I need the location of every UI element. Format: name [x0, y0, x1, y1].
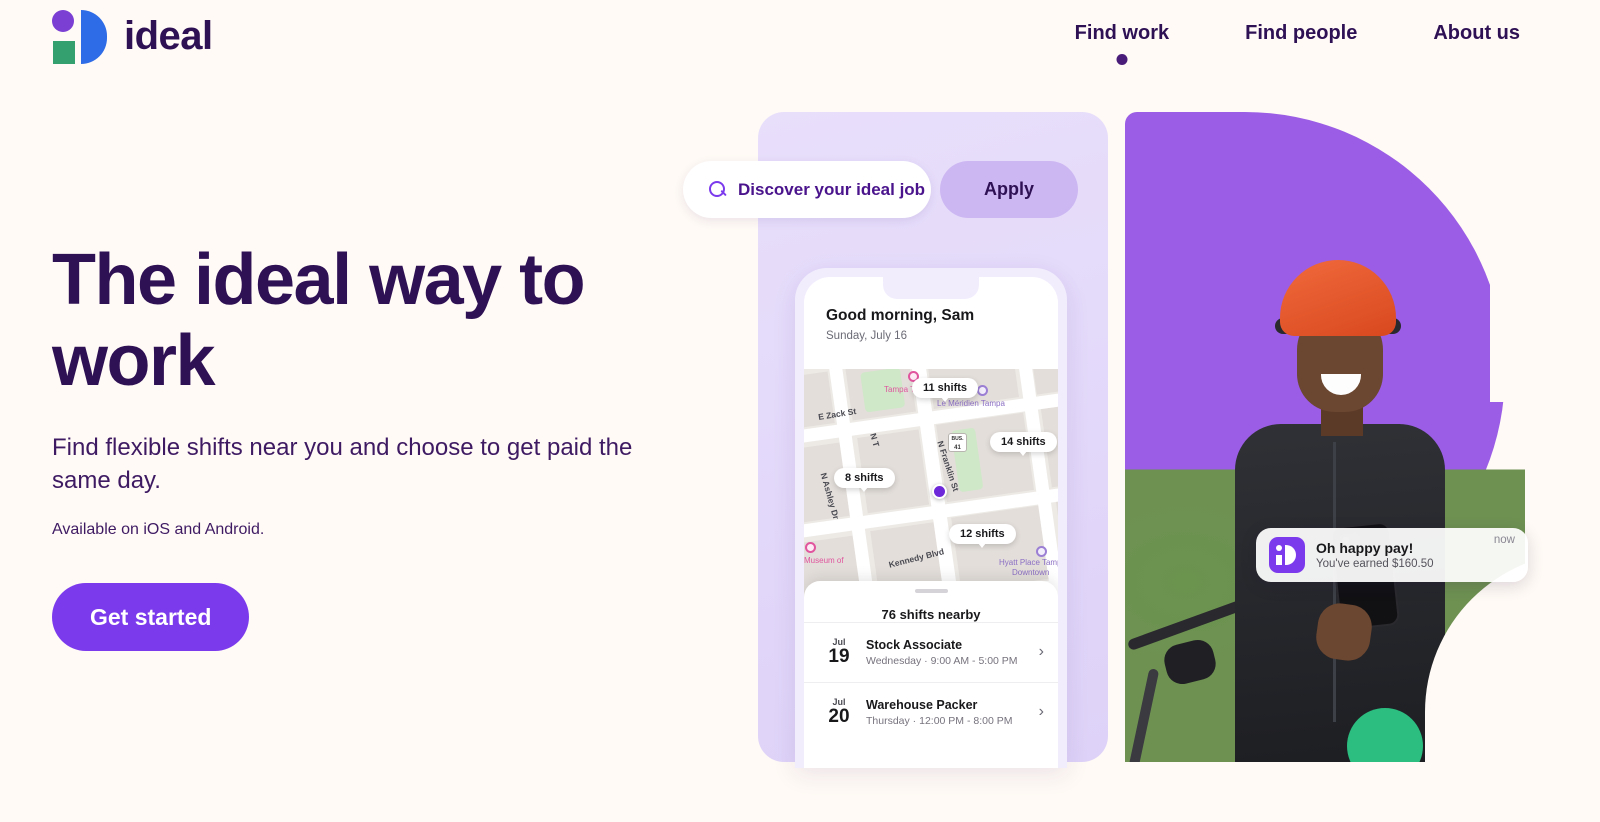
site-header: ideal Find work Find people About us: [0, 0, 1600, 90]
payment-notification-card[interactable]: Oh happy pay! You've earned $160.50 now: [1256, 528, 1528, 582]
map-poi-marker-icon: [805, 542, 816, 553]
hero-title-line-1: The ideal way to: [52, 240, 586, 320]
nav-item-find-work[interactable]: Find work: [1037, 22, 1207, 65]
chevron-right-icon: ›: [1038, 703, 1044, 721]
map-shift-pill[interactable]: 14 shifts: [990, 432, 1057, 456]
shift-role: Warehouse Packer: [866, 697, 978, 712]
app-icon-dot: [1276, 545, 1282, 551]
chevron-right-icon: ›: [1038, 643, 1044, 661]
shifts-bottom-sheet: 76 shifts nearby Jul 19 Stock Associate …: [804, 581, 1058, 768]
list-item[interactable]: Jul 20 Warehouse Packer Thursday · 12:00…: [804, 681, 1058, 742]
brand-name: ideal: [124, 13, 213, 58]
map-shift-pill[interactable]: 11 shifts: [912, 378, 979, 402]
route-shield-top: BUS.: [951, 436, 964, 442]
logo-d-shape: [81, 10, 107, 64]
shift-time: Thursday · 12:00 PM - 8:00 PM: [866, 714, 1013, 727]
notification-timestamp: now: [1493, 534, 1515, 546]
map-shift-pill[interactable]: 8 shifts: [834, 468, 895, 492]
map-poi-label: Downtown: [1012, 568, 1050, 577]
cyclist-figure: [1125, 112, 1525, 762]
shift-role: Stock Associate: [866, 637, 963, 652]
nav-item-find-people[interactable]: Find people: [1207, 22, 1395, 45]
shift-details: Warehouse Packer Thursday · 12:00 PM - 8…: [858, 698, 1039, 727]
search-placeholder-text: Discover your ideal job: [738, 179, 926, 199]
job-search-row: Discover your ideal job Apply: [683, 161, 1078, 218]
get-started-button[interactable]: Get started: [52, 583, 250, 652]
phone-notch: [883, 277, 979, 299]
greeting-date: Sunday, July 16: [826, 330, 907, 342]
orange-helmet: [1280, 260, 1396, 336]
logo-square-shape: [53, 41, 75, 64]
cyclist-glove: [1160, 636, 1220, 688]
phone-screen: Good morning, Sam Sunday, July 16 E Zack…: [804, 277, 1058, 768]
sheet-drag-handle[interactable]: [914, 589, 948, 593]
shift-date: Jul 19: [820, 637, 858, 668]
list-item[interactable]: Jul 19 Stock Associate Wednesday · 9:00 …: [804, 622, 1058, 682]
main-nav: Find work Find people About us: [1037, 22, 1558, 65]
hero-subtitle: Find flexible shifts near you and choose…: [52, 434, 633, 495]
app-icon-square: [1276, 555, 1282, 565]
map-poi-label: Tampa T: [884, 385, 915, 394]
current-location-dot-icon: [932, 484, 947, 499]
shift-day: 20: [828, 705, 850, 727]
hero-availability-note: Available on iOS and Android.: [52, 521, 265, 539]
greeting-text: Good morning, Sam: [826, 307, 975, 324]
logo-dot-shape: [52, 10, 74, 32]
app-icon-d: [1285, 545, 1296, 565]
shift-day: 19: [828, 646, 850, 667]
hero-photo-collage: [1125, 112, 1600, 762]
brand-logo[interactable]: ideal: [52, 8, 213, 64]
shift-time: Wednesday · 9:00 AM - 5:00 PM: [866, 654, 1018, 667]
hero-section: The ideal way to work Find flexible shif…: [52, 240, 692, 652]
map-poi-marker-icon: [1036, 546, 1047, 557]
nav-label: Find people: [1245, 22, 1358, 44]
bike-frame: [1128, 668, 1160, 762]
search-icon: [709, 181, 726, 198]
shift-details: Stock Associate Wednesday · 9:00 AM - 5:…: [858, 638, 1039, 667]
map-poi-marker-icon: [977, 385, 988, 396]
shift-date: Jul 20: [820, 697, 858, 728]
map-poi-label: Museum of: [804, 556, 844, 565]
hero-title-line-2: work: [52, 320, 216, 401]
route-shield-number: 41: [954, 445, 961, 451]
nav-active-dot-icon: [1116, 54, 1128, 65]
nav-label: Find work: [1074, 22, 1170, 44]
apply-button[interactable]: Apply: [940, 161, 1078, 218]
notification-subtitle: You've earned $160.50: [1316, 558, 1434, 570]
map-poi-label: Hyatt Place Tampa: [999, 558, 1058, 567]
map-shift-pill[interactable]: 12 shifts: [949, 524, 1016, 548]
notification-body: Oh happy pay! You've earned $160.50: [1316, 540, 1483, 570]
search-input[interactable]: Discover your ideal job: [683, 161, 931, 218]
notification-title: Oh happy pay!: [1316, 540, 1414, 556]
ideal-logo-icon: [52, 8, 108, 64]
page-title: The ideal way to work: [52, 240, 692, 401]
cyclist-photo: [1125, 112, 1525, 762]
phone-mockup: Good morning, Sam Sunday, July 16 E Zack…: [795, 268, 1067, 768]
nav-item-about-us[interactable]: About us: [1395, 22, 1558, 45]
nav-label: About us: [1433, 22, 1520, 44]
ideal-app-icon: [1269, 537, 1305, 573]
shifts-nearby-count: 76 shifts nearby: [881, 607, 981, 622]
route-shield-icon: BUS. 41: [948, 433, 967, 452]
